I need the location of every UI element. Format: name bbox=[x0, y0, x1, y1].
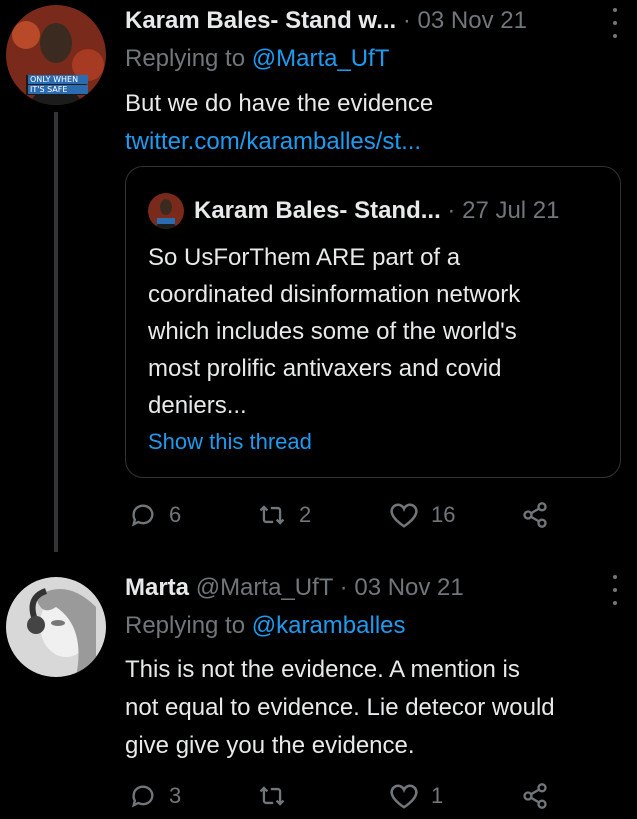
tweet-text-line: give give you the evidence. bbox=[125, 732, 415, 759]
tweet-text: But we do have the evidence twitter.com/… bbox=[125, 85, 433, 161]
more-options-icon[interactable] bbox=[611, 575, 619, 605]
avatar-badge: ONLY WHEN IT'S SAFE bbox=[28, 75, 88, 94]
tweet-text: This is not the evidence. A mention is n… bbox=[125, 651, 630, 765]
show-thread-link[interactable]: Show this thread bbox=[148, 429, 312, 455]
quoted-text-line: So UsForThem ARE part of a bbox=[148, 244, 461, 271]
replying-to-label: Replying to bbox=[125, 45, 252, 72]
tweet-date[interactable]: 03 Nov 21 bbox=[418, 7, 527, 34]
quoted-text-line: most prolific antivaxers and covid bbox=[148, 355, 502, 382]
mention-link[interactable]: @Marta_UfT bbox=[252, 45, 390, 72]
retweet-button[interactable] bbox=[257, 782, 299, 810]
tweet-text-line: This is not the evidence. A mention is bbox=[125, 656, 520, 683]
more-options-icon[interactable] bbox=[611, 8, 619, 38]
quoted-text-line: which includes some of the world's bbox=[148, 318, 517, 345]
action-bar: 6 2 16 bbox=[125, 501, 565, 531]
tweet-text-line: not equal to evidence. Lie detecor would bbox=[125, 694, 555, 721]
quoted-text: So UsForThem ARE part of a coordinated d… bbox=[148, 239, 608, 424]
separator-dot: · bbox=[447, 197, 456, 224]
heart-icon bbox=[390, 784, 418, 809]
avatar-marta[interactable] bbox=[6, 577, 106, 677]
reply-button[interactable]: 3 bbox=[129, 782, 181, 810]
mention-link[interactable]: @karamballes bbox=[252, 612, 406, 639]
reply-button[interactable]: 6 bbox=[129, 501, 181, 529]
retweet-count: 2 bbox=[299, 502, 312, 527]
quoted-header: Karam Bales- Stand... · 27 Jul 21 bbox=[194, 197, 560, 225]
heart-icon bbox=[390, 503, 418, 528]
separator-dot: · bbox=[402, 7, 411, 34]
reply-icon bbox=[131, 504, 154, 527]
replying-to: Replying to @karamballes bbox=[125, 612, 406, 640]
reply-count: 3 bbox=[169, 783, 182, 808]
tweet-karam[interactable]: ONLY WHEN IT'S SAFE Karam Bales- Stand w… bbox=[0, 0, 637, 552]
retweet-icon bbox=[259, 505, 285, 525]
retweet-icon bbox=[259, 786, 285, 806]
quoted-text-line: coordinated disinformation network bbox=[148, 281, 521, 308]
author-name[interactable]: Karam Bales- Stand w... bbox=[125, 7, 396, 34]
tweet-link[interactable]: twitter.com/karamballes/st... bbox=[125, 123, 433, 161]
thread-line bbox=[54, 112, 58, 552]
replying-to: Replying to @Marta_UfT bbox=[125, 45, 389, 73]
quoted-date: 27 Jul 21 bbox=[462, 197, 560, 224]
author-handle[interactable]: @Marta_UfT bbox=[196, 574, 333, 601]
like-button[interactable]: 16 bbox=[389, 501, 455, 529]
reply-icon bbox=[131, 785, 154, 808]
tweet-marta[interactable]: Marta @Marta_UfT · 03 Nov 21 Replying to… bbox=[0, 550, 637, 819]
quoted-author-name: Karam Bales- Stand... bbox=[194, 197, 441, 224]
share-button[interactable] bbox=[521, 782, 549, 810]
like-count: 16 bbox=[431, 502, 456, 527]
tweet-date[interactable]: 03 Nov 21 bbox=[354, 574, 463, 601]
tweet-header: Marta @Marta_UfT · 03 Nov 21 bbox=[125, 574, 464, 602]
like-button[interactable]: 1 bbox=[389, 782, 443, 810]
like-count: 1 bbox=[431, 783, 444, 808]
separator-dot: · bbox=[339, 574, 348, 601]
replying-to-label: Replying to bbox=[125, 612, 252, 639]
quoted-tweet[interactable]: Karam Bales- Stand... · 27 Jul 21 So UsF… bbox=[125, 166, 621, 478]
share-icon bbox=[523, 502, 547, 528]
quoted-avatar bbox=[148, 193, 184, 229]
quoted-text-line: deniers... bbox=[148, 392, 247, 419]
tweet-text-line: But we do have the evidence bbox=[125, 90, 434, 117]
share-button[interactable] bbox=[521, 501, 549, 529]
share-icon bbox=[523, 783, 547, 809]
avatar-karam[interactable]: ONLY WHEN IT'S SAFE bbox=[6, 5, 106, 105]
reply-count: 6 bbox=[169, 502, 182, 527]
retweet-button[interactable]: 2 bbox=[257, 501, 311, 529]
author-name[interactable]: Marta bbox=[125, 574, 189, 601]
action-bar: 3 1 bbox=[125, 782, 565, 812]
tweet-header: Karam Bales- Stand w... · 03 Nov 21 bbox=[125, 7, 527, 35]
